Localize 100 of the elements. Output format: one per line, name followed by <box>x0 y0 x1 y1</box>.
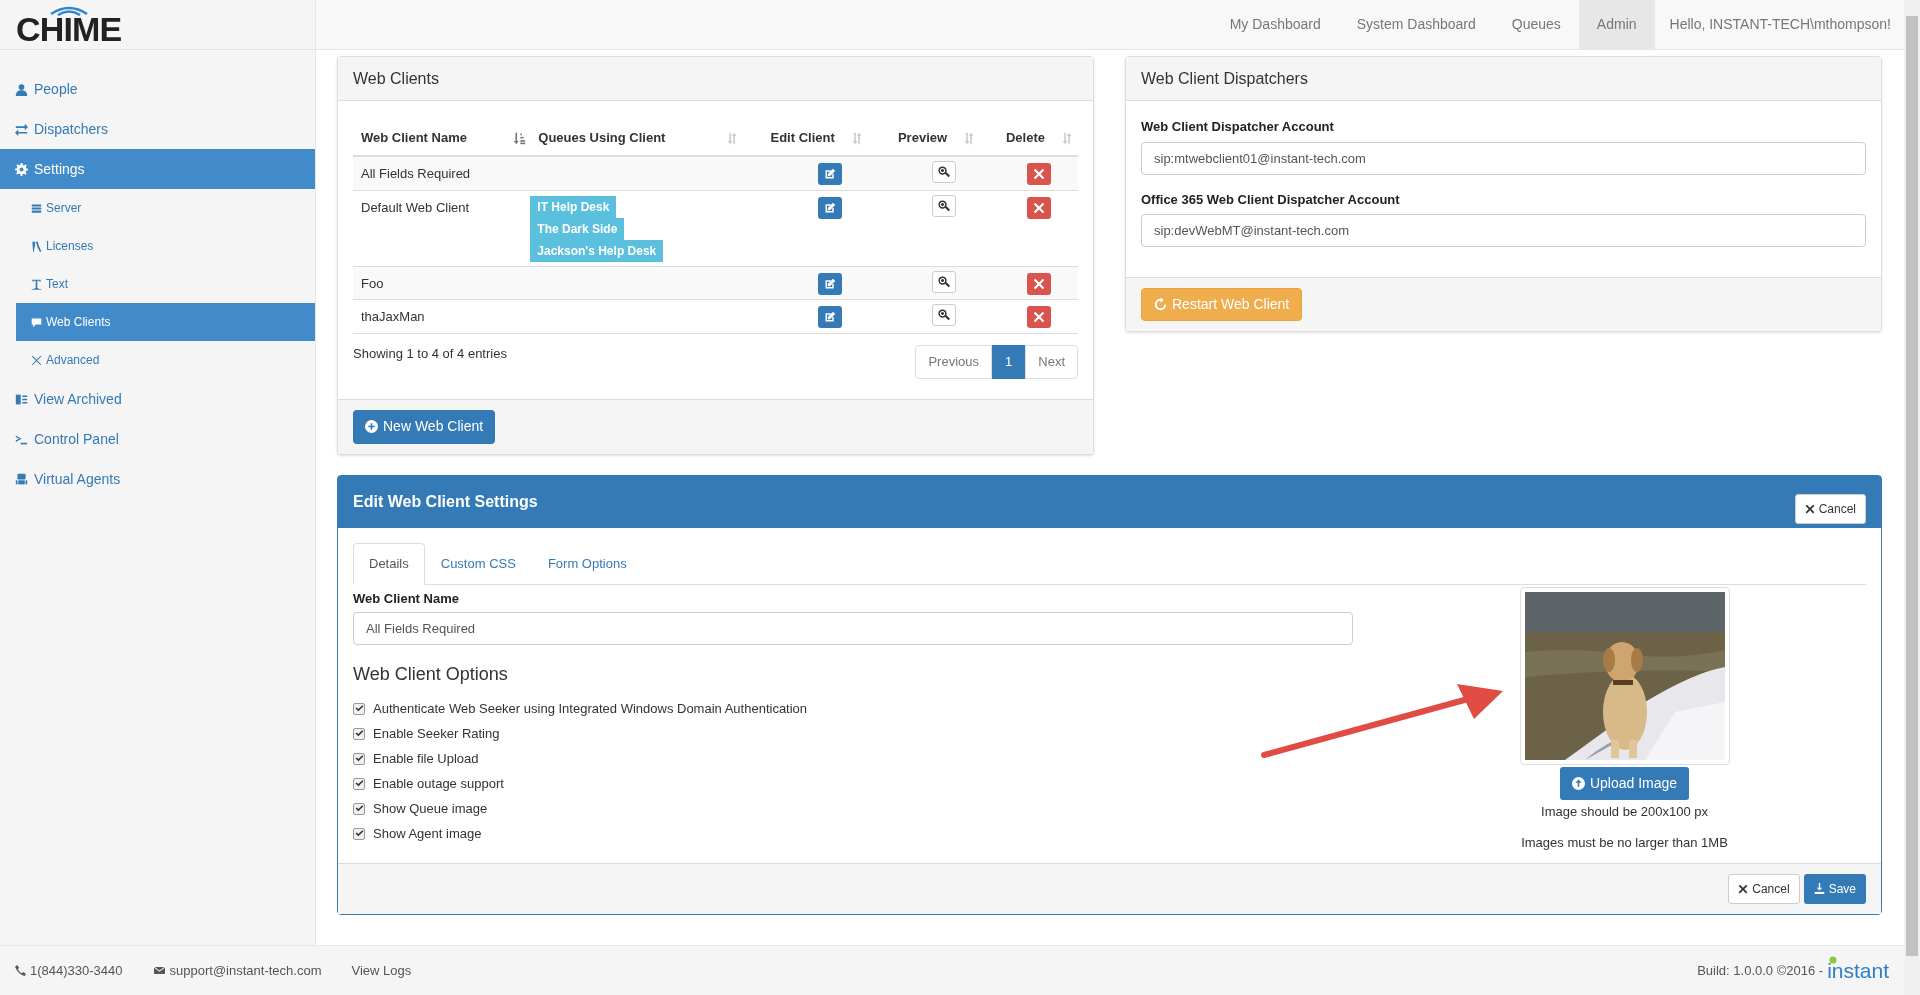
archive-icon <box>15 392 28 406</box>
refresh-icon <box>1154 298 1167 311</box>
leaf-dot-icon <box>1829 956 1837 964</box>
cancel-button[interactable]: Cancel <box>1794 494 1866 524</box>
zoom-in-icon <box>938 309 951 321</box>
save-button[interactable]: Save <box>1803 873 1866 904</box>
build-info: Build: 1.0.0.0 ©2016 - <box>1697 961 1824 980</box>
nav-link[interactable]: Queues <box>1493 0 1579 49</box>
option-label: Enable Seeker Rating <box>373 724 500 743</box>
option-label: Authenticate Web Seeker using Integrated Windows Domain Authentication <box>373 699 808 718</box>
nav-link[interactable]: My Dashboard <box>1211 0 1339 49</box>
option-label: Enable outage support <box>373 774 504 793</box>
field-label: Web Client Dispatcher Account <box>1141 118 1335 136</box>
image-note: Images must be no larger than 1MB <box>1521 834 1728 852</box>
delete-button[interactable] <box>1027 163 1051 185</box>
edit-button[interactable] <box>817 272 842 295</box>
sidebar-item[interactable]: Settings <box>0 149 315 189</box>
tab[interactable]: Form Options <box>531 542 643 585</box>
checkbox[interactable] <box>353 802 365 815</box>
close-icon <box>1033 201 1045 214</box>
sidebar-item[interactable]: Dispatchers <box>0 109 315 149</box>
client-name: Foo <box>361 275 384 291</box>
option-label: Show Agent image <box>373 824 482 843</box>
sidebar-item[interactable]: People <box>0 69 315 109</box>
option-label: Show Queue image <box>373 799 488 818</box>
next-button[interactable]: Next <box>1025 344 1078 379</box>
edit-button[interactable] <box>817 196 842 219</box>
close-icon <box>1033 311 1045 323</box>
tab[interactable]: Details <box>353 542 425 585</box>
preview-button[interactable] <box>932 270 957 293</box>
column-header[interactable]: Web Client Name <box>361 128 467 148</box>
sidebar-subitem[interactable]: Web Clients <box>16 303 315 341</box>
new-web-client-button[interactable]: New Web Client <box>353 409 496 444</box>
panel-title: Web Client Dispatchers <box>1141 68 1308 89</box>
sidebar-subitem[interactable]: Server <box>16 189 315 227</box>
account-field[interactable]: sip:devWebMT@instant-tech.com <box>1141 214 1866 247</box>
option-label: Enable file Upload <box>373 749 479 768</box>
sidebar-subitem[interactable]: Licenses <box>16 227 315 265</box>
client-name: Default Web Client <box>361 199 470 215</box>
scrollbar[interactable] <box>1904 0 1920 995</box>
field-label: Web Client Name <box>353 589 460 608</box>
upload-image-button[interactable]: Upload Image <box>1559 766 1690 800</box>
cancel-button[interactable]: Cancel <box>1728 873 1800 904</box>
zoom-in-icon <box>938 199 951 212</box>
field-label: Office 365 Web Client Dispatcher Account <box>1141 190 1401 209</box>
previous-button[interactable]: Previous <box>915 344 993 379</box>
sidebar-item[interactable]: Control Panel <box>0 419 315 459</box>
checkbox[interactable] <box>353 702 365 715</box>
panel-title: Edit Web Client Settings <box>353 491 538 512</box>
checkbox[interactable] <box>353 827 365 840</box>
cross-tools-icon <box>31 354 42 366</box>
sidebar-item[interactable]: View Archived <box>0 379 315 419</box>
delete-button[interactable] <box>1027 306 1051 328</box>
edit-button[interactable] <box>817 163 842 185</box>
column-header[interactable]: Preview <box>897 128 948 148</box>
page-button[interactable]: 1 <box>992 344 1026 379</box>
queue-label: IT Help Desk <box>530 195 617 218</box>
sidebar-subitem[interactable]: Text <box>16 265 315 303</box>
user-greeting: Hello, INSTANT-TECH\mthompson! <box>1668 15 1892 34</box>
zoom-in-icon <box>938 166 951 178</box>
account-field[interactable]: sip:mtwebclient01@instant-tech.com <box>1141 141 1866 175</box>
edit-icon <box>823 168 836 180</box>
chat-icon <box>31 316 42 328</box>
delete-button[interactable] <box>1027 196 1051 219</box>
entries-info: Showing 1 to 4 of 4 entries <box>353 344 507 363</box>
section-heading: Web Client Options <box>353 663 509 686</box>
edit-icon <box>823 201 836 214</box>
download-icon <box>1813 883 1825 894</box>
instant-logo[interactable]: instant <box>1827 960 1889 981</box>
view-logs-link[interactable]: View Logs <box>351 960 412 981</box>
client-name: All Fields Required <box>361 166 471 181</box>
swap-arrows-icon <box>15 122 28 136</box>
checkbox[interactable] <box>353 752 365 765</box>
preview-button[interactable] <box>932 194 957 217</box>
close-icon <box>1033 277 1045 290</box>
column-header[interactable]: Delete <box>1005 128 1045 148</box>
chime-logo[interactable]: CHIME <box>16 14 122 44</box>
name-field[interactable]: All Fields Required <box>353 612 1353 645</box>
edit-button[interactable] <box>817 306 842 328</box>
settings-icon <box>15 162 28 176</box>
image-note: Image should be 200x100 px <box>1541 802 1708 821</box>
sidebar-subitem[interactable]: Advanced <box>16 341 315 379</box>
queue-label: Jackson's Help Desk <box>530 239 664 262</box>
phone-icon <box>15 965 26 976</box>
queue-label: The Dark Side <box>530 217 625 240</box>
preview-button[interactable] <box>932 304 957 326</box>
checkbox[interactable] <box>353 727 365 740</box>
nav-link[interactable]: System Dashboard <box>1338 0 1494 49</box>
sidebar-item[interactable]: Virtual Agents <box>0 459 315 499</box>
column-header[interactable]: Edit Client <box>770 128 835 148</box>
preview-button[interactable] <box>932 161 957 183</box>
zoom-in-icon <box>938 275 951 288</box>
nav-link[interactable]: Admin <box>1578 0 1655 49</box>
column-header[interactable]: Queues Using Client <box>538 128 666 148</box>
sort-ascending-icon[interactable] <box>513 131 527 145</box>
delete-button[interactable] <box>1027 272 1051 295</box>
support-email[interactable]: support@instant-tech.com <box>169 960 322 981</box>
checkbox[interactable] <box>353 777 365 790</box>
tab[interactable]: Custom CSS <box>424 542 532 585</box>
phone-number: 1(844)330-3440 <box>30 961 123 980</box>
